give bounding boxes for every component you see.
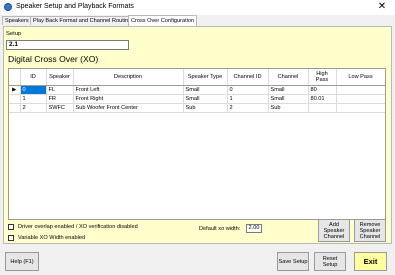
tab-speakers[interactable]: Speakers <box>2 16 32 25</box>
cell-low-pass[interactable] <box>336 85 385 95</box>
current-row-indicator-icon[interactable]: ▶ <box>9 85 21 95</box>
exit-button[interactable]: Exit <box>354 252 387 271</box>
column-header-channel-id[interactable]: Channel ID <box>227 69 269 86</box>
row-header-cell[interactable] <box>9 103 21 113</box>
cell-high-pass[interactable]: 80.01 <box>308 94 337 104</box>
variable-xo-width-checkbox[interactable] <box>8 235 14 241</box>
cell-channel[interactable]: Small <box>268 85 309 95</box>
table-row[interactable]: 2 SWFC Sub Woofer Front Center Sub 2 Sub <box>9 103 385 113</box>
row-header-corner <box>9 69 21 86</box>
cell-id[interactable]: 0 <box>20 85 47 95</box>
column-header-low-pass[interactable]: Low Pass <box>336 69 385 86</box>
remove-speaker-channel-button[interactable]: Remove Speaker Channel <box>354 219 386 242</box>
speaker-setup-window: Speaker Setup and Playback Formats ✕ Spe… <box>0 0 395 275</box>
crossover-table: ID Speaker Description Speaker Type Chan… <box>9 69 385 113</box>
variable-xo-width-label: Variable XO Width enabled <box>18 235 86 241</box>
column-header-speaker-type[interactable]: Speaker Type <box>183 69 228 86</box>
page-title: Digital Cross Over (XO) <box>8 54 99 64</box>
window-title: Speaker Setup and Playback Formats <box>16 3 134 10</box>
cell-speaker-type[interactable]: Sub <box>183 103 228 113</box>
table-row[interactable]: 1 FR Front Right Small 1 Small 80.01 <box>9 94 385 104</box>
tab-cross-over-configuration[interactable]: Cross Over Configuration <box>128 15 198 26</box>
crossover-grid: ID Speaker Description Speaker Type Chan… <box>8 68 386 220</box>
cell-channel-id[interactable]: 2 <box>227 103 269 113</box>
column-header-high-pass[interactable]: High Pass <box>308 69 337 86</box>
cell-channel[interactable]: Small <box>268 94 309 104</box>
close-icon[interactable]: ✕ <box>375 1 389 13</box>
help-button[interactable]: Help (F1) <box>5 252 39 271</box>
cell-speaker-type[interactable]: Small <box>183 85 228 95</box>
tab-playback-format-routing[interactable]: Play Back Format and Channel Routing <box>30 16 135 25</box>
title-bar[interactable]: Speaker Setup and Playback Formats ✕ <box>0 0 395 15</box>
cell-speaker[interactable]: FR <box>46 94 74 104</box>
cell-channel-id[interactable]: 1 <box>227 94 269 104</box>
driver-overlap-label: Driver overlap enabled / XO verification… <box>18 224 138 230</box>
cell-description[interactable]: Front Left <box>73 85 184 95</box>
row-header-cell[interactable] <box>9 94 21 104</box>
cell-speaker[interactable]: FL <box>46 85 74 95</box>
cell-high-pass[interactable] <box>308 103 337 113</box>
cell-channel[interactable]: Sub <box>268 103 309 113</box>
cell-id[interactable]: 1 <box>20 94 47 104</box>
cell-description[interactable]: Front Right <box>73 94 184 104</box>
column-header-speaker[interactable]: Speaker <box>46 69 74 86</box>
cell-low-pass[interactable] <box>336 94 385 104</box>
default-xo-width-input[interactable]: 2.00 <box>246 224 262 233</box>
cell-low-pass[interactable] <box>336 103 385 113</box>
setup-label: Setup <box>6 31 22 37</box>
setup-field[interactable]: 2.1 <box>6 40 129 50</box>
table-row[interactable]: ▶ 0 FL Front Left Small 0 Small 80 <box>9 85 385 95</box>
default-xo-width-label: Default xo width: <box>199 226 241 232</box>
driver-overlap-checkbox[interactable] <box>8 224 14 230</box>
add-speaker-channel-button[interactable]: Add Speaker Channel <box>318 219 350 242</box>
column-header-description[interactable]: Description <box>73 69 184 86</box>
column-header-id[interactable]: ID <box>20 69 47 86</box>
app-icon <box>4 3 12 11</box>
table-header-row: ID Speaker Description Speaker Type Chan… <box>9 69 385 86</box>
column-header-channel[interactable]: Channel <box>268 69 309 86</box>
cell-high-pass[interactable]: 80 <box>308 85 337 95</box>
reset-setup-button[interactable]: Reset Setup <box>314 252 346 271</box>
cell-speaker[interactable]: SWFC <box>46 103 74 113</box>
cell-description[interactable]: Sub Woofer Front Center <box>73 103 184 113</box>
cell-speaker-type[interactable]: Small <box>183 94 228 104</box>
cell-channel-id[interactable]: 0 <box>227 85 269 95</box>
cell-id[interactable]: 2 <box>20 103 47 113</box>
save-setup-button[interactable]: Save Setup <box>277 252 309 271</box>
